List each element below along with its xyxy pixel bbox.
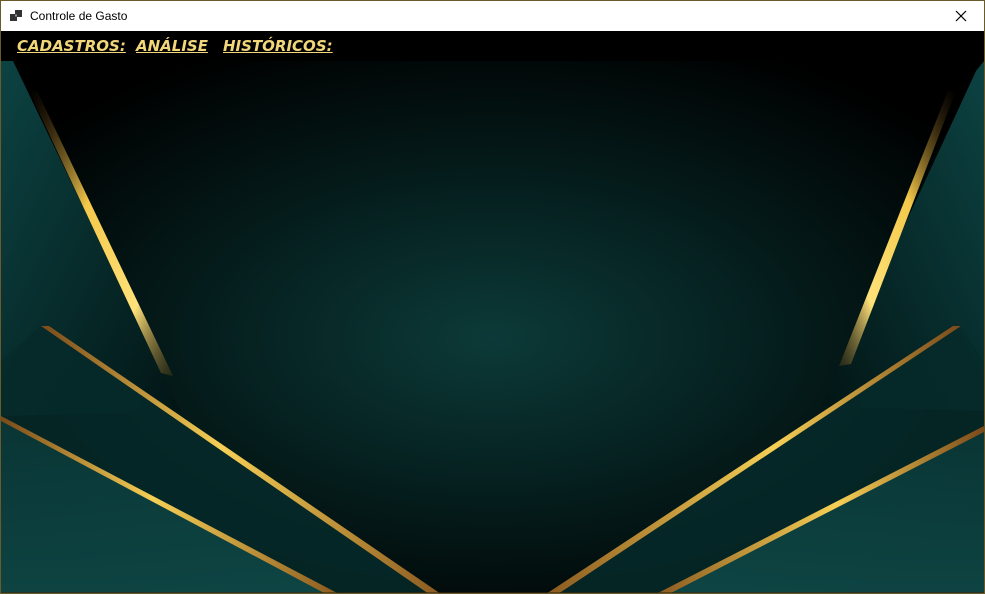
menu-bar: CADASTROS: ANÁLISE HISTÓRICOS: bbox=[1, 31, 984, 61]
close-button[interactable] bbox=[938, 1, 984, 31]
menu-item-historicos[interactable]: HISTÓRICOS: bbox=[223, 37, 333, 55]
background-image bbox=[1, 61, 984, 593]
menu-item-cadastros[interactable]: CADASTROS: bbox=[17, 37, 126, 55]
window-title: Controle de Gasto bbox=[30, 9, 128, 23]
app-window-icon bbox=[10, 10, 22, 21]
app-window: Controle de Gasto CADASTROS: ANÁLISE HIS… bbox=[0, 0, 985, 594]
menu-item-analise[interactable]: ANÁLISE bbox=[136, 37, 208, 55]
close-icon bbox=[955, 10, 967, 22]
title-bar: Controle de Gasto bbox=[1, 1, 984, 31]
